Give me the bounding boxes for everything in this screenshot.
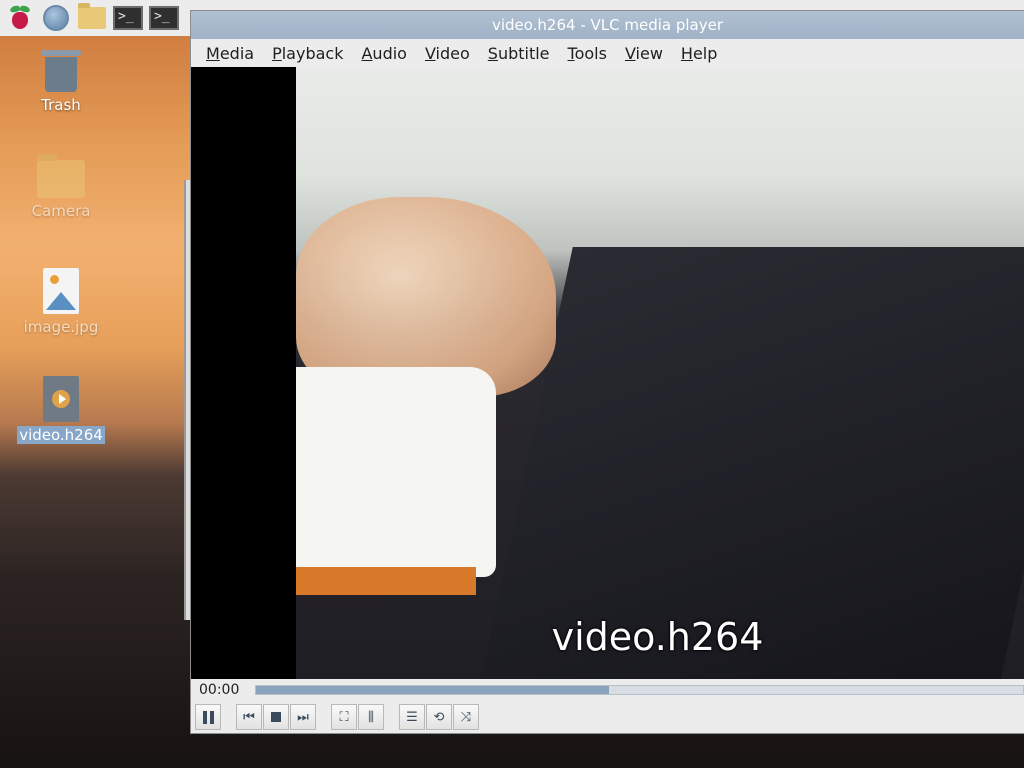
playlist-icon: ☰ xyxy=(406,709,418,725)
web-browser-icon[interactable] xyxy=(40,2,72,34)
extended-settings-button[interactable]: ⫼ xyxy=(358,704,384,730)
playlist-button[interactable]: ☰ xyxy=(399,704,425,730)
desktop-icon-camera[interactable]: Camera xyxy=(16,154,106,220)
window-title: video.h264 - VLC media player xyxy=(491,16,724,34)
terminal-icon[interactable]: >_ xyxy=(112,2,144,34)
video-file-icon xyxy=(43,376,79,422)
fullscreen-icon: ⛶ xyxy=(339,709,349,725)
folder-icon xyxy=(37,154,85,198)
menu-playback[interactable]: Playback xyxy=(263,44,352,63)
video-title-overlay: video.h264 xyxy=(551,615,764,659)
desktop-icon-trash[interactable]: Trash xyxy=(16,50,106,114)
pause-icon xyxy=(202,710,214,724)
desktop-icon-video[interactable]: video.h264 xyxy=(16,376,106,444)
menu-audio[interactable]: Audio xyxy=(352,44,415,63)
playback-controls: ⏮ ⏭ ⛶ ⫼ ☰ ⟲ ⤨ xyxy=(191,701,1024,733)
video-frame xyxy=(296,67,1024,679)
desktop-icon-label: video.h264 xyxy=(17,426,105,444)
menu-video[interactable]: Video xyxy=(416,44,479,63)
loop-icon: ⟲ xyxy=(433,709,445,725)
image-file-icon xyxy=(43,268,79,314)
seek-slider[interactable] xyxy=(255,685,1024,695)
desktop-icon-image[interactable]: image.jpg xyxy=(16,268,106,336)
device-base-image xyxy=(296,567,476,595)
stop-button[interactable] xyxy=(263,704,289,730)
equalizer-icon: ⫼ xyxy=(368,709,374,725)
desktop-icon-label: Trash xyxy=(41,96,81,114)
menu-media[interactable]: Media xyxy=(197,44,263,63)
vlc-window: video.h264 - VLC media player Media Play… xyxy=(190,10,1024,734)
video-area[interactable]: video.h264 xyxy=(191,67,1024,679)
seek-row: 00:00 xyxy=(191,679,1024,701)
fullscreen-button[interactable]: ⛶ xyxy=(331,704,357,730)
skip-previous-icon: ⏮ xyxy=(243,709,255,725)
trash-icon xyxy=(41,50,81,92)
skip-next-icon: ⏭ xyxy=(297,709,309,725)
pause-button[interactable] xyxy=(195,704,221,730)
next-button[interactable]: ⏭ xyxy=(290,704,316,730)
file-manager-icon[interactable] xyxy=(76,2,108,34)
menu-help[interactable]: Help xyxy=(672,44,726,63)
previous-button[interactable]: ⏮ xyxy=(236,704,262,730)
desktop-icon-label: image.jpg xyxy=(23,318,99,336)
elapsed-time: 00:00 xyxy=(199,682,240,698)
device-image xyxy=(296,367,496,577)
loop-button[interactable]: ⟲ xyxy=(426,704,452,730)
raspberry-pi-menu-icon[interactable] xyxy=(4,2,36,34)
menu-tools[interactable]: Tools xyxy=(559,44,616,63)
menu-subtitle[interactable]: Subtitle xyxy=(479,44,559,63)
desktop-icon-label: Camera xyxy=(31,202,91,220)
title-bar[interactable]: video.h264 - VLC media player xyxy=(191,11,1024,39)
menu-bar: Media Playback Audio Video Subtitle Tool… xyxy=(191,39,1024,67)
seek-progress xyxy=(256,686,609,694)
shuffle-button[interactable]: ⤨ xyxy=(453,704,479,730)
shuffle-icon: ⤨ xyxy=(460,709,472,725)
stop-icon xyxy=(271,712,281,722)
menu-view[interactable]: View xyxy=(616,44,672,63)
terminal-icon[interactable]: >_ xyxy=(148,2,180,34)
